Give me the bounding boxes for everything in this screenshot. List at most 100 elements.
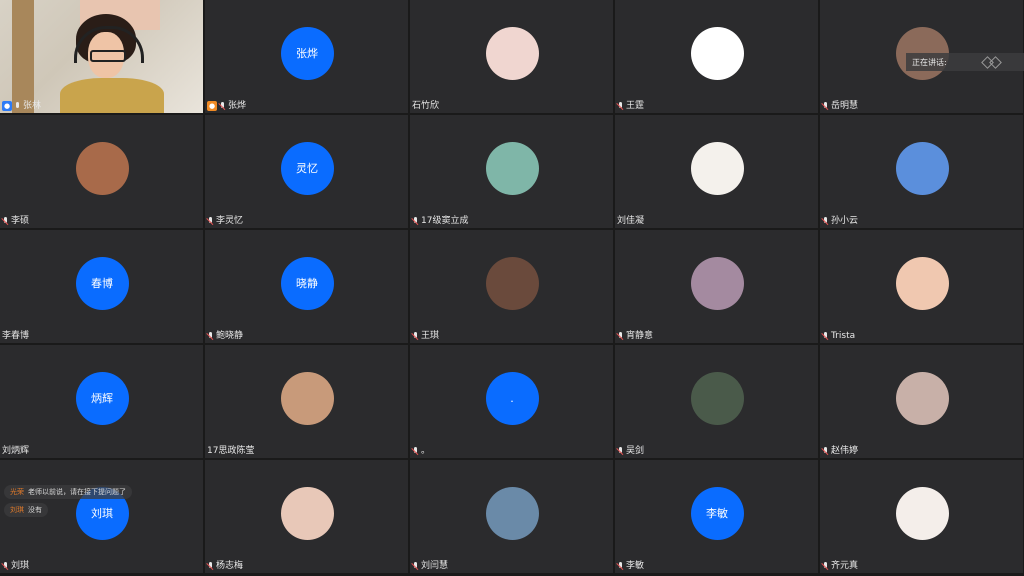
mic-muted-icon (822, 331, 829, 341)
participant-nameplate: 李灵忆 (207, 215, 243, 227)
participant-tile[interactable]: 王霆 (615, 0, 818, 113)
participant-name: 李硕 (11, 216, 30, 226)
mic-muted-icon (617, 561, 624, 571)
participant-name: 岳明慧 (831, 101, 859, 111)
mic-muted-icon (412, 331, 419, 341)
participant-nameplate: 王霆 (617, 100, 644, 112)
chat-message: 没有 (28, 506, 42, 514)
participant-name: 王琪 (421, 331, 440, 341)
participant-name: 杨志梅 (216, 561, 244, 571)
chat-sender: 光荣 (10, 488, 24, 496)
mic-muted-icon (207, 561, 214, 571)
avatar-text: 刘琪 (91, 507, 113, 520)
participant-tile[interactable]: 吴剑 (615, 345, 818, 458)
mic-muted-icon (822, 561, 829, 571)
speaking-indicator: 正在讲话: (906, 53, 1024, 71)
participant-nameplate: 李硕 (2, 215, 29, 227)
participant-avatar: 张烨 (280, 26, 334, 80)
participant-name: 刘琪 (11, 561, 30, 571)
mic-muted-icon (219, 101, 226, 111)
participant-avatar (75, 141, 129, 195)
participant-avatar (485, 256, 539, 310)
mic-icon (14, 101, 21, 111)
participant-tile[interactable]: 王琪 (410, 230, 613, 343)
participant-tile[interactable]: 石竹欣 (410, 0, 613, 113)
participant-tile[interactable]: Trista (820, 230, 1023, 343)
participant-tile[interactable]: 赵伟婷 (820, 345, 1023, 458)
participant-nameplate: 刘炳辉 (2, 445, 29, 457)
participant-nameplate: 孙小云 (822, 215, 858, 227)
participant-avatar (895, 371, 949, 425)
mic-muted-icon (412, 561, 419, 571)
participant-name: 孙小云 (831, 216, 859, 226)
participant-name: 李敏 (626, 561, 645, 571)
mic-muted-icon (207, 331, 214, 341)
avatar-text: . (510, 391, 514, 405)
mic-muted-icon (617, 101, 624, 111)
participant-avatar (485, 26, 539, 80)
participant-tile[interactable]: 张烨 ● 张烨 (205, 0, 408, 113)
participant-name: 石竹欣 (412, 101, 440, 111)
participant-tile[interactable]: .。 (410, 345, 613, 458)
participant-tile[interactable]: 17级窦立成 (410, 115, 613, 228)
cohost-user-icon: ● (207, 101, 217, 111)
participant-tile[interactable]: 刘闫慧 (410, 460, 613, 573)
participant-nameplate: 刘琪 (2, 560, 29, 572)
mic-muted-icon (822, 216, 829, 226)
participant-tile[interactable]: 17思政陈莹 (205, 345, 408, 458)
participant-name: 张林 (23, 101, 42, 111)
participant-name: 。 (421, 446, 431, 456)
participant-avatar (280, 486, 334, 540)
participant-name: 王霆 (626, 101, 645, 111)
avatar-text: 炳辉 (91, 392, 113, 405)
participant-avatar (690, 371, 744, 425)
participant-name: 17思政陈莹 (207, 446, 255, 456)
mic-muted-icon (617, 331, 624, 341)
host-user-icon: ● (2, 101, 12, 111)
participant-tile[interactable]: 灵忆 李灵忆 (205, 115, 408, 228)
participant-name: Trista (831, 331, 856, 341)
participant-tile[interactable]: 齐元真 (820, 460, 1023, 573)
participant-nameplate: 宵静意 (617, 330, 653, 342)
participant-avatar: 晓静 (280, 256, 334, 310)
participant-name: 张烨 (228, 101, 247, 111)
participant-tile[interactable]: 李敏 李敏 (615, 460, 818, 573)
participant-avatar (895, 256, 949, 310)
chat-message: 老师以前说，请在接下提问题了 (28, 488, 126, 496)
participant-avatar (895, 141, 949, 195)
participant-name: 吴剑 (626, 446, 645, 456)
participant-tile[interactable]: 杨志梅 (205, 460, 408, 573)
audio-wave-icon (981, 58, 1003, 66)
participant-nameplate: ● 张烨 (207, 100, 246, 112)
participant-avatar (690, 256, 744, 310)
participant-tile[interactable]: 孙小云 (820, 115, 1023, 228)
participant-tile[interactable]: 晓静 鲍晓静 (205, 230, 408, 343)
participant-name: 李灵忆 (216, 216, 244, 226)
participant-nameplate: 17级窦立成 (412, 215, 468, 227)
participant-nameplate: 李敏 (617, 560, 644, 572)
participant-name: 刘炳辉 (2, 446, 30, 456)
participant-avatar: . (485, 371, 539, 425)
participant-name: 刘闫慧 (421, 561, 449, 571)
participant-tile[interactable]: 宵静意 (615, 230, 818, 343)
chat-sender: 刘琪 (10, 506, 24, 514)
participant-name: 刘佳凝 (617, 216, 645, 226)
participant-avatar: 李敏 (690, 486, 744, 540)
participant-tile[interactable]: 李硕 (0, 115, 203, 228)
mic-muted-icon (207, 216, 214, 226)
avatar-text: 春博 (91, 277, 113, 290)
participant-nameplate: 杨志梅 (207, 560, 243, 572)
participant-tile[interactable]: 春博李春博 (0, 230, 203, 343)
participant-nameplate: 王琪 (412, 330, 439, 342)
participant-name: 赵伟婷 (831, 446, 859, 456)
participant-tile[interactable]: 炳辉刘炳辉 (0, 345, 203, 458)
participant-nameplate: 。 (412, 445, 430, 457)
participant-avatar (485, 141, 539, 195)
participant-tile[interactable]: 刘佳凝 (615, 115, 818, 228)
participant-tile[interactable]: ● 张林 (0, 0, 203, 113)
avatar-text: 张烨 (296, 47, 318, 60)
participant-nameplate: 赵伟婷 (822, 445, 858, 457)
participant-nameplate: 齐元真 (822, 560, 858, 572)
participant-nameplate: 17思政陈莹 (207, 445, 254, 457)
participant-name: 李春博 (2, 331, 30, 341)
